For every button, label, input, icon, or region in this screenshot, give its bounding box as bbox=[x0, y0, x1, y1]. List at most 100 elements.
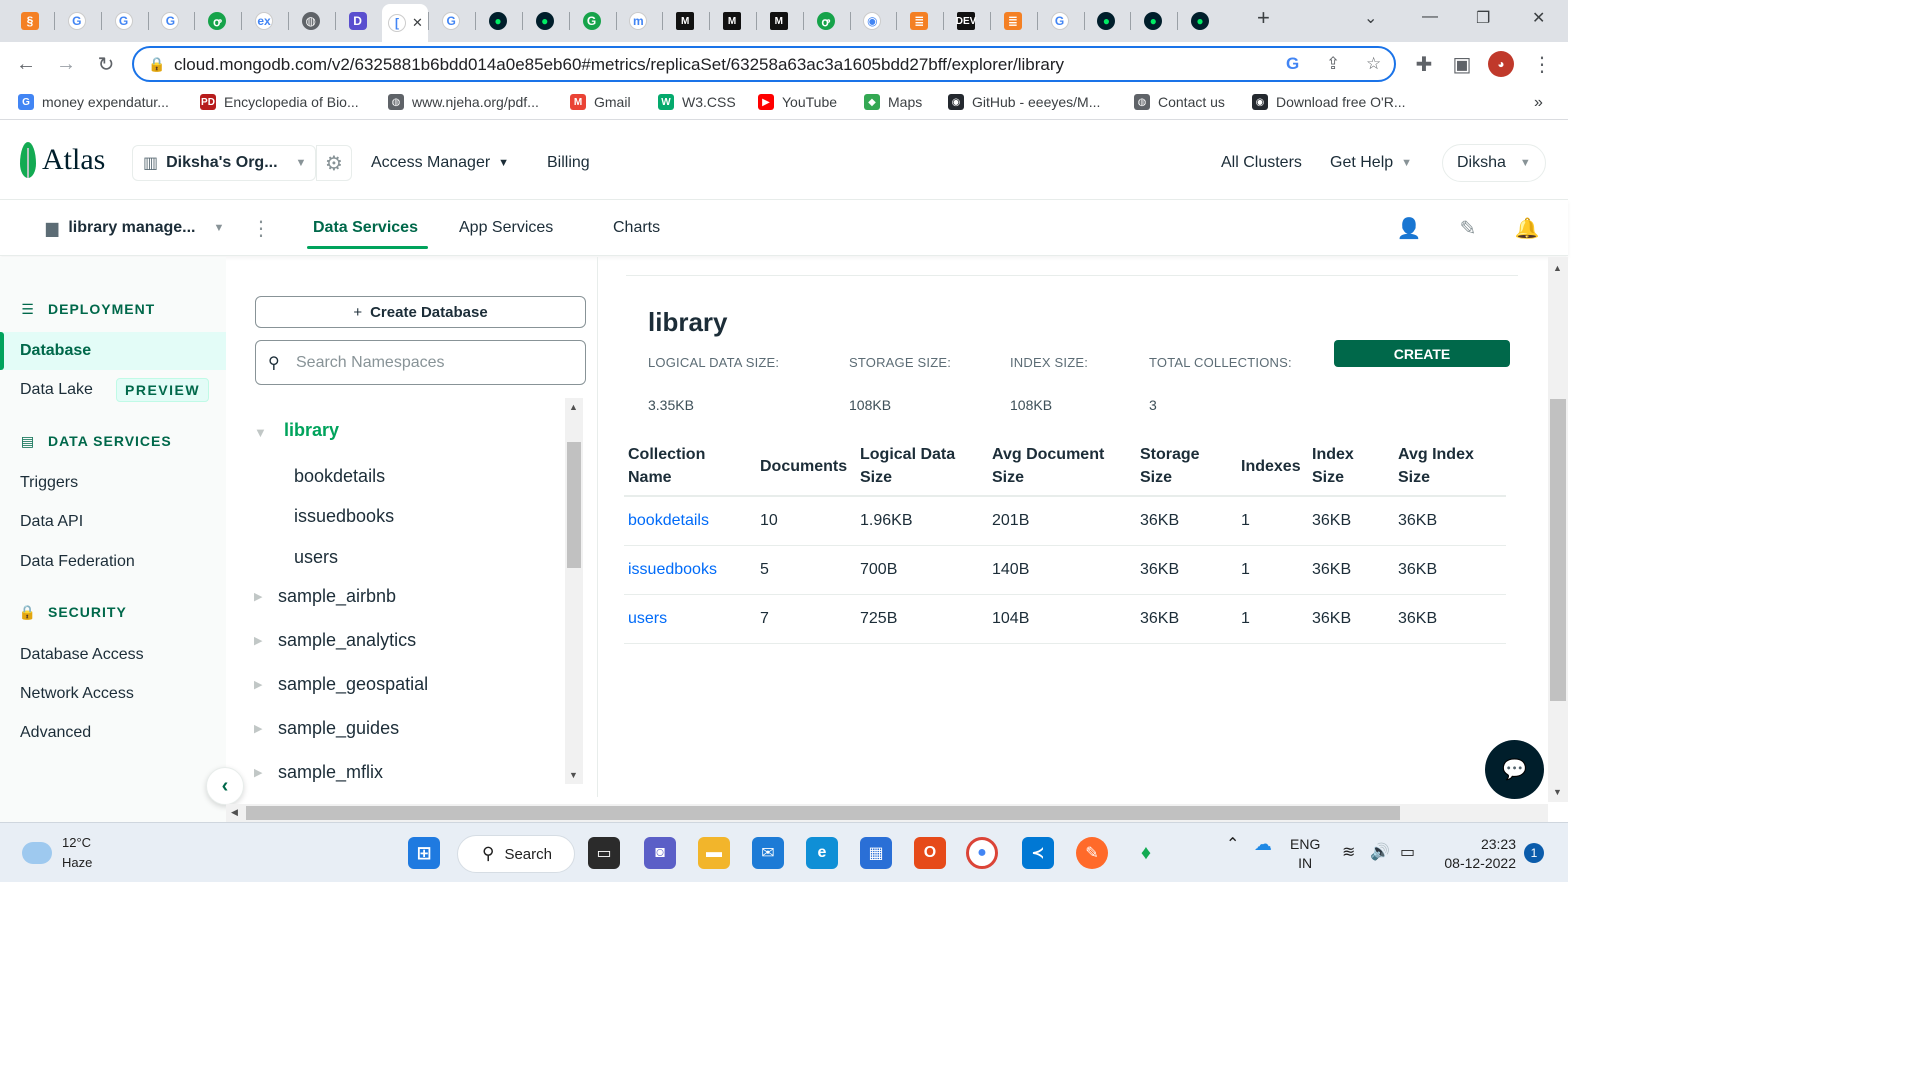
scroll-up-icon[interactable]: ▲ bbox=[1553, 263, 1562, 273]
scroll-up-icon[interactable]: ▲ bbox=[569, 402, 578, 412]
page-scrollbar[interactable]: ▲ ▼ bbox=[1548, 257, 1568, 802]
bookmark-item[interactable]: ◍ www.njeha.org/pdf... bbox=[388, 94, 539, 110]
scroll-thumb[interactable] bbox=[1550, 399, 1566, 701]
caret-right-icon[interactable]: ▶ bbox=[254, 634, 262, 647]
access-manager-menu[interactable]: Access Manager ▼ bbox=[371, 154, 509, 172]
search-namespaces[interactable]: ⚲ bbox=[255, 340, 586, 385]
minimize-icon[interactable]: — bbox=[1422, 8, 1438, 26]
all-clusters-link[interactable]: All Clusters bbox=[1221, 154, 1302, 172]
google-lens-icon[interactable]: G bbox=[1286, 54, 1299, 74]
task-view-icon[interactable]: ▭ bbox=[588, 837, 620, 869]
tree-db[interactable]: sample_geospatial bbox=[278, 674, 428, 695]
scroll-left-icon[interactable]: ◀ bbox=[231, 807, 238, 818]
bookmark-item[interactable]: ▶ YouTube bbox=[758, 94, 837, 110]
sidebar-item-database-access[interactable]: Database Access bbox=[20, 646, 144, 664]
get-help-menu[interactable]: Get Help ▼ bbox=[1330, 154, 1412, 172]
atlas-logo[interactable]: Atlas bbox=[20, 142, 105, 178]
sidebar-item-data-lake[interactable]: Data Lake bbox=[20, 381, 93, 399]
omnibox[interactable]: 🔒 cloud.mongodb.com/v2/6325881b6bdd014a0… bbox=[132, 46, 1396, 82]
back-icon[interactable]: ← bbox=[12, 50, 40, 78]
browser-tab[interactable]: G bbox=[1038, 6, 1082, 36]
browser-tab[interactable]: G bbox=[570, 6, 614, 36]
horizontal-scrollbar[interactable]: ◀ bbox=[226, 804, 1548, 822]
create-collection-button[interactable]: CREATE bbox=[1334, 340, 1510, 367]
tree-db[interactable]: sample_mflix bbox=[278, 762, 383, 783]
bookmark-item[interactable]: ◍ Contact us bbox=[1134, 94, 1225, 110]
tab-search-icon[interactable]: ⌄ bbox=[1364, 8, 1377, 28]
bookmark-item[interactable]: Gmoney expendatur... bbox=[18, 94, 169, 110]
postman-icon[interactable]: ✎ bbox=[1076, 837, 1108, 869]
browser-tab[interactable]: m bbox=[616, 6, 660, 36]
store-icon[interactable]: ▦ bbox=[860, 837, 892, 869]
bookmark-item[interactable]: PD Encyclopedia of Bio... bbox=[200, 94, 359, 110]
restore-icon[interactable]: ❐ bbox=[1476, 8, 1490, 28]
scroll-down-icon[interactable]: ▼ bbox=[1553, 787, 1562, 797]
close-window-icon[interactable]: ✕ bbox=[1532, 8, 1545, 28]
tab-charts[interactable]: Charts bbox=[613, 219, 660, 237]
caret-right-icon[interactable]: ▶ bbox=[254, 766, 262, 779]
bookmark-item[interactable]: M Gmail bbox=[570, 94, 631, 110]
caret-right-icon[interactable]: ▶ bbox=[254, 590, 262, 603]
browser-tab[interactable]: ● bbox=[1084, 6, 1128, 36]
browser-tab[interactable]: ꝍ bbox=[195, 6, 239, 36]
caret-right-icon[interactable]: ▶ bbox=[254, 722, 262, 735]
tree-db[interactable]: sample_analytics bbox=[278, 630, 416, 651]
browser-tab[interactable]: M bbox=[663, 6, 707, 36]
browser-tab[interactable]: ● bbox=[476, 6, 520, 36]
project-more-icon[interactable]: ⋮ bbox=[248, 216, 274, 242]
file-explorer-icon[interactable]: ▬ bbox=[698, 837, 730, 869]
close-tab-icon[interactable]: ✕ bbox=[412, 15, 423, 31]
edge-icon[interactable]: e bbox=[806, 837, 838, 869]
user-menu[interactable]: Diksha ▼ bbox=[1442, 144, 1546, 182]
browser-tab[interactable]: G bbox=[148, 6, 192, 36]
org-selector[interactable]: ▥ Diksha's Org... ▼ bbox=[132, 145, 316, 181]
browser-tab[interactable]: ◍ bbox=[289, 6, 333, 36]
vscode-icon[interactable]: ≺ bbox=[1022, 837, 1054, 869]
taskbar-search[interactable]: ⚲ Search bbox=[457, 835, 575, 873]
speaker-icon[interactable]: 🔊 bbox=[1370, 843, 1390, 862]
bookmark-star-icon[interactable]: ☆ bbox=[1366, 54, 1381, 74]
tree-collection[interactable]: users bbox=[294, 547, 338, 568]
tab-app-services[interactable]: App Services bbox=[459, 219, 553, 237]
scroll-down-icon[interactable]: ▼ bbox=[569, 770, 578, 780]
collection-link[interactable]: issuedbooks bbox=[624, 545, 756, 595]
notification-badge[interactable]: 1 bbox=[1524, 843, 1544, 863]
language-indicator[interactable]: ENG IN bbox=[1290, 835, 1320, 873]
bookmark-item[interactable]: W W3.CSS bbox=[658, 94, 736, 110]
tree-collection[interactable]: bookdetails bbox=[294, 466, 385, 487]
weather-widget[interactable]: 12°C Haze bbox=[20, 833, 92, 873]
share-icon[interactable]: ⇪ bbox=[1326, 54, 1340, 74]
org-settings-button[interactable]: ⚙ bbox=[316, 145, 352, 181]
sidebar-item-data-api[interactable]: Data API bbox=[20, 513, 83, 531]
onedrive-icon[interactable]: ☁ bbox=[1254, 835, 1272, 854]
caret-down-icon[interactable]: ▼ bbox=[254, 425, 267, 440]
collection-link[interactable]: bookdetails bbox=[624, 496, 756, 546]
forward-icon[interactable]: → bbox=[52, 50, 80, 78]
create-database-button[interactable]: + Create Database bbox=[255, 296, 586, 328]
collection-link[interactable]: users bbox=[624, 594, 756, 644]
sidebar-item-triggers[interactable]: Triggers bbox=[20, 474, 78, 492]
tab-data-services[interactable]: Data Services bbox=[307, 219, 428, 249]
chat-support-button[interactable]: 💬 bbox=[1485, 740, 1544, 799]
teams-chat-icon[interactable]: ◙ bbox=[644, 837, 676, 869]
browser-tab[interactable]: ● bbox=[1131, 6, 1175, 36]
extensions-icon[interactable]: ✚ bbox=[1410, 50, 1438, 78]
browser-tab[interactable]: [✕ bbox=[382, 4, 429, 42]
sidebar-item-database[interactable]: Database bbox=[20, 342, 91, 360]
invite-user-icon[interactable]: 👤 bbox=[1396, 216, 1422, 242]
tree-collection[interactable]: issuedbooks bbox=[294, 506, 394, 527]
browser-tab[interactable]: § bbox=[8, 6, 52, 36]
chrome-menu-icon[interactable]: ⋮ bbox=[1528, 50, 1556, 78]
windows-start-icon[interactable]: ⊞ bbox=[408, 837, 440, 869]
bell-icon[interactable]: 🔔 bbox=[1514, 216, 1540, 242]
billing-link[interactable]: Billing bbox=[547, 154, 590, 172]
browser-tab[interactable]: G bbox=[429, 6, 473, 36]
activity-feed-icon[interactable]: ✎ bbox=[1455, 216, 1481, 242]
bookmark-item[interactable]: ◉ GitHub - eeeyes/M... bbox=[948, 94, 1100, 110]
browser-tab[interactable]: G bbox=[55, 6, 99, 36]
chrome-icon[interactable]: ● bbox=[966, 837, 998, 869]
sidebar-item-network-access[interactable]: Network Access bbox=[20, 685, 134, 703]
scroll-thumb[interactable] bbox=[567, 442, 581, 568]
sidebar-item-advanced[interactable]: Advanced bbox=[20, 724, 91, 742]
more-bookmarks-icon[interactable]: » bbox=[1534, 94, 1543, 112]
